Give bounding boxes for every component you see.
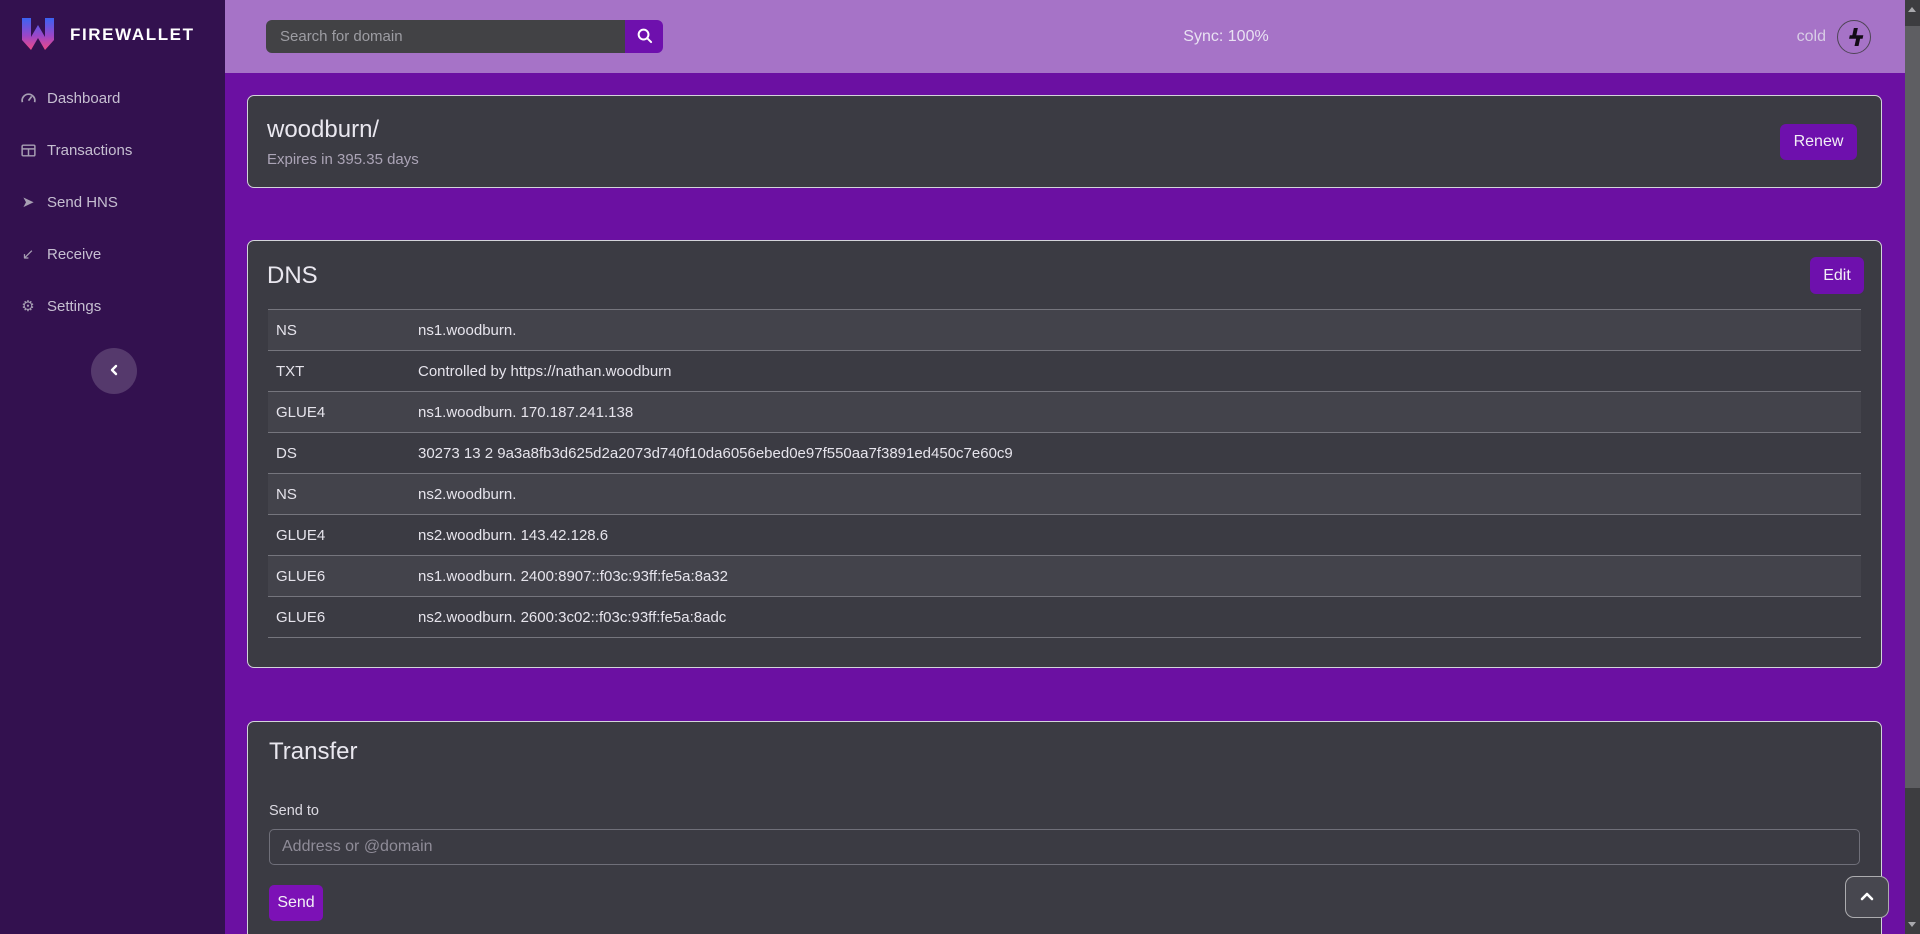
sidebar-item-dashboard[interactable]: Dashboard	[0, 88, 225, 108]
transfer-title: Transfer	[269, 738, 1860, 766]
scrollbar-up-arrow-icon[interactable]	[1908, 7, 1916, 12]
dns-card: DNS Edit NS ns1.woodburn. TXT Controlled…	[247, 240, 1882, 668]
dns-record-type: NS	[268, 474, 410, 515]
dns-record-value: 30273 13 2 9a3a8fb3d625d2a2073d740f10da6…	[410, 433, 1861, 474]
topbar: Sync: 100% cold	[225, 0, 1920, 73]
dns-records-table: NS ns1.woodburn. TXT Controlled by https…	[268, 309, 1861, 638]
dns-record-value: ns2.woodburn. 2600:3c02::f03c:93ff:fe5a:…	[410, 597, 1861, 638]
sidebar-item-label: Transactions	[47, 142, 132, 159]
dns-record-row: GLUE4 ns1.woodburn. 170.187.241.138	[268, 392, 1861, 433]
search-button[interactable]	[625, 20, 663, 53]
domain-search	[266, 20, 663, 53]
renew-button[interactable]: Renew	[1780, 124, 1857, 160]
brand-name: FIREWALLET	[70, 25, 195, 45]
sidebar-item-settings[interactable]: ⚙ Settings	[0, 296, 225, 316]
brand[interactable]: FIREWALLET	[18, 12, 195, 57]
dns-record-value: ns1.woodburn. 2400:8907::f03c:93ff:fe5a:…	[410, 556, 1861, 597]
scrollbar-down-arrow-icon[interactable]	[1908, 922, 1916, 927]
edit-dns-button[interactable]: Edit	[1810, 257, 1864, 294]
send-transfer-button[interactable]: Send	[269, 885, 323, 921]
dns-card-header: DNS Edit	[248, 241, 1881, 309]
sidebar-item-label: Send HNS	[47, 194, 118, 211]
domain-info: woodburn/ Expires in 395.35 days	[267, 116, 419, 168]
dns-record-value: Controlled by https://nathan.woodburn	[410, 351, 1861, 392]
receive-arrow-icon: ↙	[18, 244, 38, 264]
wallet-name: cold	[1797, 28, 1826, 46]
firewallet-logo-icon	[18, 12, 58, 57]
dns-record-value: ns1.woodburn. 170.187.241.138	[410, 392, 1861, 433]
sidebar: FIREWALLET Dashboard Transactions ➤ Send…	[0, 0, 225, 934]
sidebar-collapse-button[interactable]	[91, 348, 137, 394]
dns-record-type: DS	[268, 433, 410, 474]
dns-record-row: NS ns2.woodburn.	[268, 474, 1861, 515]
settings-gear-icon: ⚙	[18, 296, 38, 316]
dns-title: DNS	[267, 262, 318, 290]
magnifier-icon	[636, 27, 653, 47]
sidebar-item-receive[interactable]: ↙ Receive	[0, 244, 225, 264]
dns-record-type: TXT	[268, 351, 410, 392]
sidebar-item-label: Settings	[47, 298, 101, 315]
search-input[interactable]	[266, 20, 625, 53]
dns-record-row: GLUE6 ns1.woodburn. 2400:8907::f03c:93ff…	[268, 556, 1861, 597]
domain-title: woodburn/	[267, 116, 419, 144]
domain-expiry: Expires in 395.35 days	[267, 151, 419, 168]
send-to-label: Send to	[269, 803, 1860, 819]
dns-record-row: DS 30273 13 2 9a3a8fb3d625d2a2073d740f10…	[268, 433, 1861, 474]
dashboard-gauge-icon	[18, 88, 38, 108]
send-arrow-icon: ➤	[18, 192, 38, 212]
scrollbar-thumb[interactable]	[1905, 26, 1920, 788]
sidebar-item-label: Receive	[47, 246, 101, 263]
sidebar-item-label: Dashboard	[47, 90, 120, 107]
dns-record-value: ns1.woodburn.	[410, 310, 1861, 351]
sidebar-item-send-hns[interactable]: ➤ Send HNS	[0, 192, 225, 212]
dns-record-type: GLUE4	[268, 392, 410, 433]
dns-record-type: GLUE4	[268, 515, 410, 556]
domain-card: woodburn/ Expires in 395.35 days Renew	[247, 95, 1882, 188]
dns-record-type: GLUE6	[268, 556, 410, 597]
dns-record-row: GLUE4 ns2.woodburn. 143.42.128.6	[268, 515, 1861, 556]
handshake-logo-icon	[1837, 20, 1871, 54]
transfer-address-input[interactable]	[269, 829, 1860, 865]
dns-record-type: GLUE6	[268, 597, 410, 638]
dns-record-value: ns2.woodburn.	[410, 474, 1861, 515]
scrollbar[interactable]	[1905, 0, 1920, 934]
transfer-card: Transfer Send to Send	[247, 721, 1882, 934]
dns-record-row: GLUE6 ns2.woodburn. 2600:3c02::f03c:93ff…	[268, 597, 1861, 638]
sidebar-item-transactions[interactable]: Transactions	[0, 140, 225, 160]
sync-status: Sync: 100%	[1183, 0, 1268, 73]
scroll-to-top-button[interactable]	[1845, 876, 1889, 918]
dns-record-type: NS	[268, 310, 410, 351]
wallet-selector[interactable]: cold	[1797, 0, 1871, 73]
dns-record-row: NS ns1.woodburn.	[268, 310, 1861, 351]
dns-record-value: ns2.woodburn. 143.42.128.6	[410, 515, 1861, 556]
sidebar-nav: Dashboard Transactions ➤ Send HNS ↙ Rece…	[0, 88, 225, 316]
chevron-left-icon	[108, 364, 120, 379]
main-content: woodburn/ Expires in 395.35 days Renew D…	[225, 73, 1906, 934]
dns-record-row: TXT Controlled by https://nathan.woodbur…	[268, 351, 1861, 392]
chevron-up-icon	[1859, 890, 1875, 905]
transactions-table-icon	[18, 140, 38, 160]
